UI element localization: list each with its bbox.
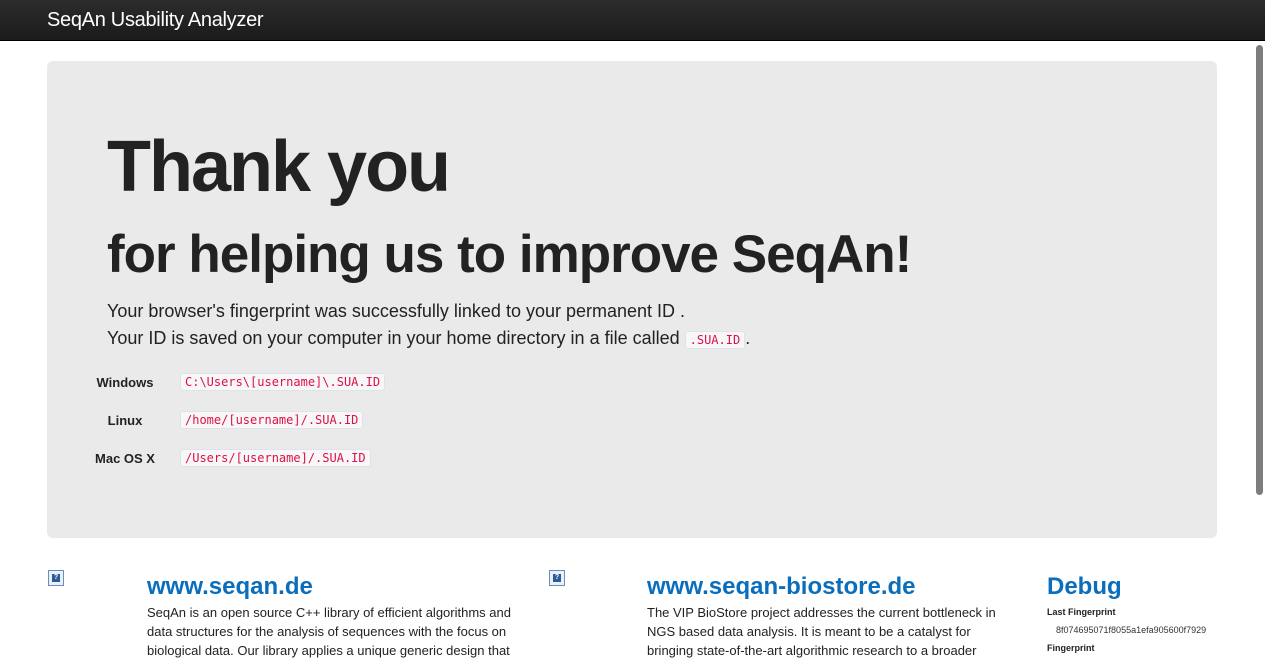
scrollbar-thumb[interactable]	[1256, 45, 1263, 495]
os-row-windows: Windows C:\Users\[username]\.SUA.ID	[47, 372, 647, 394]
page: SeqAn Usability Analyzer Thank you for h…	[0, 0, 1265, 661]
scrollbar[interactable]	[1253, 41, 1265, 661]
id-location-text: Your ID is saved on your computer in you…	[107, 328, 685, 348]
hero-subtitle: for helping us to improve SeqAn!	[107, 225, 912, 284]
navbar: SeqAn Usability Analyzer	[0, 0, 1265, 41]
seqan-description: SeqAn is an open source C++ library of e…	[147, 605, 511, 658]
os-label-macos: Mac OS X	[95, 451, 155, 466]
os-row-macos: Mac OS X /Users/[username]/.SUA.ID	[47, 448, 647, 470]
seqan-link[interactable]: www.seqan.de	[147, 573, 313, 601]
debug-title: Debug	[1047, 573, 1122, 600]
last-fingerprint-value: 8f074695071f8055a1efa905600f7929	[1056, 625, 1207, 635]
os-path-linux: /home/[username]/.SUA.ID	[180, 411, 364, 429]
os-path-windows: C:\Users\[username]\.SUA.ID	[180, 373, 386, 391]
os-label-windows: Windows	[96, 375, 154, 390]
hero-title: Thank you	[107, 127, 451, 207]
id-filename-code: .SUA.ID	[684, 331, 746, 349]
fingerprint-message: Your browser's fingerprint was successfu…	[107, 301, 686, 321]
biostore-link[interactable]: www.seqan-biostore.de	[647, 573, 916, 601]
id-location-message: Your ID is saved on your computer in you…	[107, 327, 750, 351]
id-location-period: .	[745, 328, 751, 348]
fingerprint-label: Fingerprint	[1047, 643, 1095, 653]
os-row-linux: Linux /home/[username]/.SUA.ID	[47, 410, 647, 432]
help-icon[interactable]: ?	[549, 570, 565, 586]
biostore-description: The VIP BioStore project addresses the c…	[647, 605, 996, 658]
os-path-macos: /Users/[username]/.SUA.ID	[180, 449, 371, 467]
last-fingerprint-label: Last Fingerprint	[1047, 607, 1116, 617]
os-label-linux: Linux	[107, 413, 143, 428]
hero-unit: Thank you for helping us to improve SeqA…	[47, 61, 1217, 538]
help-icon[interactable]: ?	[48, 570, 64, 586]
brand-link[interactable]: SeqAn Usability Analyzer	[47, 9, 264, 32]
